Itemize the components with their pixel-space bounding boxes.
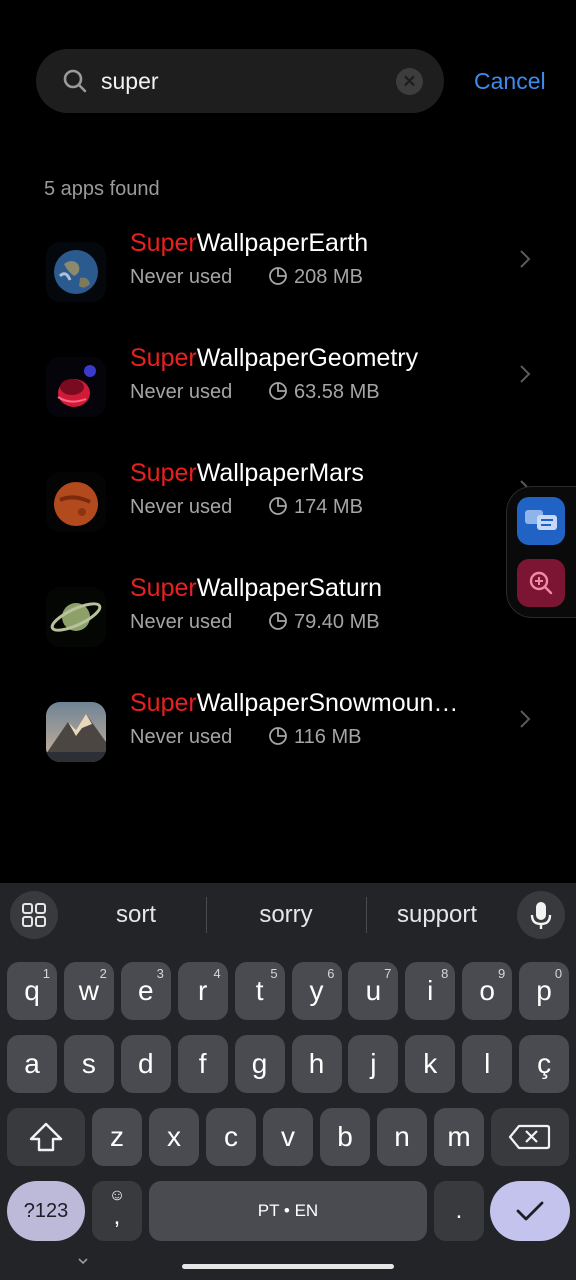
enter-key[interactable]: [490, 1181, 570, 1241]
grid-icon: [22, 903, 46, 927]
app-name: SuperWallpaperMars: [130, 459, 364, 487]
chevron-right-icon: [520, 710, 531, 728]
list-item[interactable]: SuperWallpaperMars Never used 174 MB: [0, 459, 576, 582]
key-q[interactable]: q1: [7, 962, 57, 1020]
suggestion-3[interactable]: support: [367, 883, 507, 947]
list-item[interactable]: SuperWallpaperSaturn Never used 79.40 MB: [0, 574, 576, 697]
checkmark-icon: [516, 1201, 544, 1221]
app-size: 79.40 MB: [268, 609, 380, 635]
backspace-icon: [508, 1124, 551, 1150]
chevron-right-icon: [520, 250, 531, 268]
key-g[interactable]: g: [234, 1035, 285, 1093]
zoom-button[interactable]: [517, 559, 565, 607]
key-p[interactable]: p0: [519, 962, 570, 1020]
storage-icon: [269, 727, 287, 745]
usage-label: Never used: [130, 266, 233, 288]
key-ç[interactable]: ç: [519, 1035, 570, 1093]
storage-icon: [269, 267, 287, 285]
home-indicator: [182, 1264, 394, 1269]
key-o[interactable]: o9: [462, 962, 513, 1020]
app-name: SuperWallpaperSnowmoun…: [130, 689, 459, 717]
translate-button[interactable]: [517, 497, 565, 545]
app-size: 208 MB: [268, 264, 363, 290]
microphone-icon: [530, 902, 552, 929]
app-name: SuperWallpaperEarth: [130, 229, 369, 257]
key-w[interactable]: w2: [63, 962, 114, 1020]
space-key[interactable]: PT • EN: [149, 1181, 427, 1241]
app-size: 116 MB: [268, 724, 361, 750]
key-a[interactable]: a: [7, 1035, 57, 1093]
backspace-key[interactable]: [491, 1108, 569, 1166]
app-name: SuperWallpaperSaturn: [130, 574, 382, 602]
suggestion-2[interactable]: sorry: [207, 883, 365, 947]
chevron-down-icon[interactable]: [76, 1256, 90, 1266]
key-t[interactable]: t5: [234, 962, 285, 1020]
usage-label: Never used: [130, 726, 233, 748]
key-z[interactable]: z: [92, 1108, 142, 1166]
key-c[interactable]: c: [206, 1108, 256, 1166]
chevron-right-icon: [520, 365, 531, 383]
key-k[interactable]: k: [405, 1035, 456, 1093]
storage-icon: [269, 497, 287, 515]
app-icon-geometry: [46, 357, 106, 417]
search-bar[interactable]: [36, 49, 444, 113]
list-item[interactable]: SuperWallpaperEarth Never used 208 MB: [0, 229, 576, 352]
key-y[interactable]: y6: [291, 962, 342, 1020]
key-l[interactable]: l: [462, 1035, 513, 1093]
voice-input-button[interactable]: [517, 891, 565, 939]
search-input[interactable]: super: [101, 66, 159, 96]
key-x[interactable]: x: [149, 1108, 199, 1166]
usage-label: Never used: [130, 496, 233, 518]
shift-arrow-icon: [29, 1122, 63, 1152]
key-m[interactable]: m: [434, 1108, 484, 1166]
app-name: SuperWallpaperGeometry: [130, 344, 419, 372]
usage-label: Never used: [130, 611, 233, 633]
suggestion-1[interactable]: sort: [66, 883, 206, 947]
keyboard: sort sorry support q1w2e3r4t5y6u7i8o9p0 …: [0, 883, 576, 1280]
period-key[interactable]: .: [434, 1181, 484, 1241]
search-icon: [63, 69, 87, 93]
emoji-comma-key[interactable]: ☺ ,: [92, 1181, 142, 1241]
symbols-key[interactable]: ?123: [7, 1181, 85, 1241]
usage-label: Never used: [130, 381, 233, 403]
key-h[interactable]: h: [291, 1035, 342, 1093]
key-j[interactable]: j: [348, 1035, 399, 1093]
app-icon-earth: [46, 242, 106, 302]
key-e[interactable]: e3: [120, 962, 171, 1020]
results-count: 5 apps found: [44, 178, 160, 200]
zoom-in-icon: [529, 571, 553, 595]
shift-key[interactable]: [7, 1108, 85, 1166]
list-item[interactable]: SuperWallpaperSnowmoun… Never used 116 M…: [0, 689, 576, 812]
clear-search-button[interactable]: ✕: [396, 68, 423, 95]
storage-icon: [269, 382, 287, 400]
key-b[interactable]: b: [320, 1108, 370, 1166]
apps-grid-button[interactable]: [10, 891, 58, 939]
cancel-button[interactable]: Cancel: [474, 66, 546, 96]
key-i[interactable]: i8: [405, 962, 456, 1020]
list-item[interactable]: SuperWallpaperGeometry Never used 63.58 …: [0, 344, 576, 467]
app-icon-snowmountain: [46, 702, 106, 762]
key-d[interactable]: d: [120, 1035, 171, 1093]
storage-icon: [269, 612, 287, 630]
key-n[interactable]: n: [377, 1108, 427, 1166]
app-size: 63.58 MB: [268, 379, 380, 405]
chat-bubbles-icon: [525, 510, 557, 530]
app-size: 174 MB: [268, 494, 363, 520]
key-f[interactable]: f: [177, 1035, 228, 1093]
key-u[interactable]: u7: [348, 962, 399, 1020]
key-r[interactable]: r4: [177, 962, 228, 1020]
app-icon-saturn: [46, 587, 106, 647]
close-icon: ✕: [402, 72, 417, 91]
key-s[interactable]: s: [63, 1035, 114, 1093]
key-v[interactable]: v: [263, 1108, 313, 1166]
app-icon-mars: [46, 472, 106, 532]
floating-toolbar: [506, 486, 576, 618]
